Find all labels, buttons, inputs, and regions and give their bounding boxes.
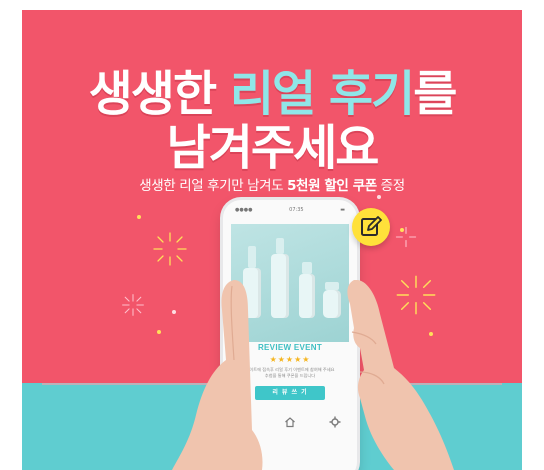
- bottle-cap: [276, 238, 284, 254]
- edit-review-badge: [352, 208, 390, 246]
- confetti-dot: [137, 215, 141, 219]
- bottle-image: [299, 274, 315, 318]
- headline-part-1: 생생한: [88, 66, 230, 122]
- battery-icon: ▬: [340, 207, 345, 213]
- review-event-banner: 생생한 리얼 후기를 남겨주세요 생생한 리얼 후기만 남겨도 5천원 할인 쿠…: [22, 10, 522, 470]
- coupon-highlight: 5천원 할인 쿠폰: [287, 178, 377, 194]
- confetti-dot: [377, 195, 381, 199]
- firework-sparkle-icon: [153, 232, 187, 266]
- left-hand-image: [172, 280, 263, 470]
- firework-sparkle-icon: [122, 294, 144, 316]
- subheadline: 생생한 리얼 후기만 남겨도 5천원 할인 쿠폰 증정: [22, 174, 522, 194]
- phone-status-bar: ●●●● 07:35 ▬: [223, 200, 357, 220]
- headline-line-1: 생생한 리얼 후기를: [22, 66, 522, 122]
- firework-sparkle-icon: [395, 226, 417, 248]
- confetti-dot: [157, 330, 161, 334]
- confetti-dot: [400, 228, 404, 232]
- signal-indicator: ●●●●: [235, 207, 253, 213]
- subheadline-text: 생생한 리얼 후기만 남겨도: [139, 178, 288, 194]
- pencil-edit-icon: [361, 216, 382, 236]
- headline-line-2: 남겨주세요: [166, 120, 380, 176]
- headline-part-2: 를: [413, 66, 457, 122]
- right-hand-image: [347, 280, 454, 470]
- bottle-cap: [302, 262, 312, 274]
- headline-accent: 리얼 후기: [229, 66, 415, 122]
- bottle-cap: [248, 246, 256, 268]
- subheadline-suffix: 증정: [376, 178, 405, 194]
- clock: 07:35: [289, 207, 304, 213]
